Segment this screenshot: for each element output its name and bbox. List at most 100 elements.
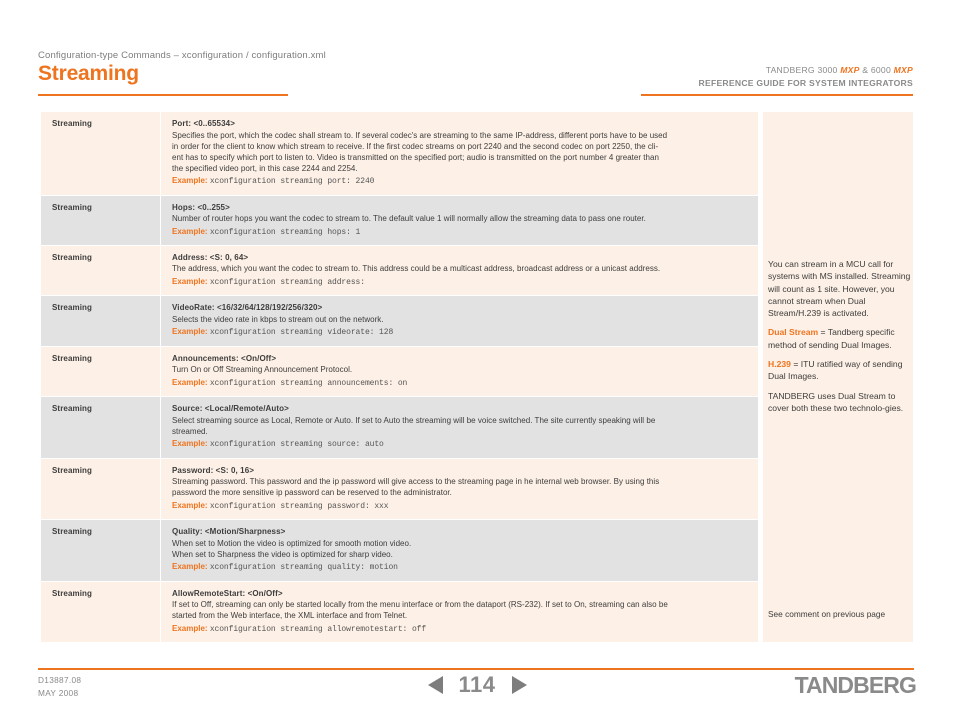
command-signature: VideoRate: <16/32/64/128/192/256/320> [172,303,323,313]
document-header-right: TANDBERG 3000 MXP & 6000 MXP REFERENCE G… [493,64,913,90]
side-note-content: You can stream in a MCU call for systems… [768,258,911,414]
command-description-line: in order for the client to know which st… [172,141,659,151]
command-example: Example: xconfiguration streaming source… [172,439,746,450]
command-detail-cell: Announcements: <On/Off> Turn On or Off St… [160,346,758,398]
command-group-cell: Streaming [41,458,161,521]
command-description-line: streamed. [172,426,208,436]
command-example: Example: xconfiguration streaming allowr… [172,624,746,635]
command-description-line: Select streaming source as Local, Remote… [172,415,656,425]
command-group-cell: Streaming [41,519,161,582]
page-number: 114 [458,672,496,697]
table-row: Streaming Hops: <0..255> Number of router … [41,195,758,246]
command-signature: Hops: <0..255> [172,202,230,212]
command-signature: Announcements: <On/Off> [172,353,277,363]
see-previous-page-note: See comment on previous page [768,609,886,619]
command-description-line: ent has to specify which port to listen … [172,152,659,162]
command-detail-cell: Address: <S: 0, 64> The address, which yo… [160,245,758,297]
table-row: Streaming AllowRemoteStart: <On/Off> If se… [41,581,758,644]
mxp-badge-1: MXP [840,65,860,75]
command-example: Example: xconfiguration streaming port: … [172,176,746,187]
command-signature: Port: <0..65534> [172,119,235,128]
command-description-line: Specifies the port, which the codec shal… [172,130,668,140]
example-label: Example: [172,327,208,337]
table-row: Streaming Source: <Local/Remote/Auto> Sele… [41,396,758,459]
command-group-cell: Streaming [41,245,161,297]
command-description-line: Selects the video rate in kbps to stream… [172,314,384,324]
command-example: Example: xconfiguration streaming hops: … [172,227,746,238]
mxp-badge-2: MXP [893,65,913,75]
command-detail-cell: Port: <0..65534> Specifies the port, whic… [160,112,758,196]
command-example: Example: xconfiguration streaming addres… [172,277,746,288]
example-label: Example: [172,439,208,449]
term-dual-stream: Dual Stream [768,327,819,338]
command-signature: AllowRemoteStart: <On/Off> [172,588,283,598]
table-row: Streaming Announcements: <On/Off> Turn On … [41,346,758,398]
command-description-line: When set to Motion the video is optimize… [172,538,412,548]
command-signature: Quality: <Motion/Sharpness> [172,527,286,537]
example-code: xconfiguration streaming announcements: … [209,378,408,388]
command-description-line: started from the Web interface, the XML … [172,611,408,621]
example-code: xconfiguration streaming address: [209,277,365,287]
product-line-mid: & 6000 [859,65,894,75]
command-group-cell: Streaming [41,581,161,644]
product-line: TANDBERG 3000 MXP & 6000 MXP [493,64,913,77]
command-detail-cell: Hops: <0..255> Number of router hops you … [160,195,758,246]
example-label: Example: [172,377,208,387]
document-header-left: Configuration-type Commands – xconfigura… [38,50,438,85]
command-description-line: Number of router hops you want the codec… [172,214,646,224]
command-description-line: If set to Off, streaming can only be sta… [172,600,668,610]
header-right-divider [641,94,913,96]
command-group-cell: Streaming [41,195,161,246]
configuration-commands-table-body: Streaming Port: <0..65534> Specifies the p… [41,112,758,644]
example-label: Example: [172,226,208,236]
header-left-divider [38,94,288,96]
example-code: xconfiguration streaming source: auto [209,440,384,450]
note-definition-dual-stream: Dual Stream = Tandberg specific method o… [768,326,911,351]
command-example: Example: xconfiguration streaming qualit… [172,562,746,573]
table-row: Streaming Password: <S: 0, 16> Streaming p… [41,458,758,521]
example-label: Example: [172,623,208,633]
example-code: xconfiguration streaming hops: 1 [209,227,361,237]
command-detail-cell: Source: <Local/Remote/Auto> Select stream… [160,396,758,459]
previous-page-arrow-icon[interactable] [427,676,443,694]
page-title: Streaming [38,62,139,85]
command-description-line: the specified video port, in this case 2… [172,163,358,173]
command-description-line: Streaming password. This password and th… [172,477,660,487]
tandberg-logo: TANDBERG [794,672,917,698]
command-description-line: The address, which you want the codec to… [172,264,661,274]
command-detail-cell: AllowRemoteStart: <On/Off> If set to Off,… [160,581,758,644]
example-label: Example: [172,562,208,572]
command-example: Example: xconfiguration streaming videor… [172,327,746,338]
command-detail-cell: Quality: <Motion/Sharpness> When set to M… [160,519,758,582]
note-paragraph-final: TANDBERG uses Dual Stream to cover both … [768,390,904,413]
command-example: Example: xconfiguration streaming passwo… [172,501,746,512]
command-description-line: password the more sensitive ip password … [172,488,452,498]
table-row: Streaming Quality: <Motion/Sharpness> When… [41,519,758,582]
command-example: Example: xconfiguration streaming announ… [172,378,746,389]
command-signature: Password: <S: 0, 16> [172,465,255,475]
command-signature: Source: <Local/Remote/Auto> [172,404,289,414]
configuration-commands-table: Streaming Port: <0..65534> Specifies the p… [41,112,758,644]
example-code: xconfiguration streaming allowremotestar… [209,624,427,634]
command-group-cell: Streaming [41,396,161,459]
command-description-line: When set to Sharpness the video is optim… [172,549,393,559]
example-code: xconfiguration streaming videorate: 128 [209,328,394,338]
example-code: xconfiguration streaming password: xxx [209,501,389,511]
breadcrumb: Configuration-type Commands – xconfigura… [38,50,326,61]
command-signature: Address: <S: 0, 64> [172,252,249,262]
note-definition-h239: H.239 = ITU ratified way of sending Dual… [768,358,911,383]
command-group-cell: Streaming [41,112,161,196]
table-row: Streaming Address: <S: 0, 64> The address,… [41,245,758,297]
command-description-line: Turn On or Off Streaming Announcement Pr… [172,365,353,375]
command-group-cell: Streaming [41,346,161,398]
example-label: Example: [172,500,208,510]
term-h239: H.239 [768,358,791,369]
guide-subtitle: REFERENCE GUIDE FOR SYSTEM INTEGRATORS [698,77,913,88]
example-code: xconfiguration streaming quality: motion [209,563,398,573]
example-label: Example: [172,176,208,186]
command-detail-cell: Password: <S: 0, 16> Streaming password. … [160,458,758,521]
example-label: Example: [172,276,208,286]
command-detail-cell: VideoRate: <16/32/64/128/192/256/320> Sel… [160,295,758,347]
product-line-prefix: TANDBERG 3000 [765,65,841,75]
next-page-arrow-icon[interactable] [511,676,527,694]
